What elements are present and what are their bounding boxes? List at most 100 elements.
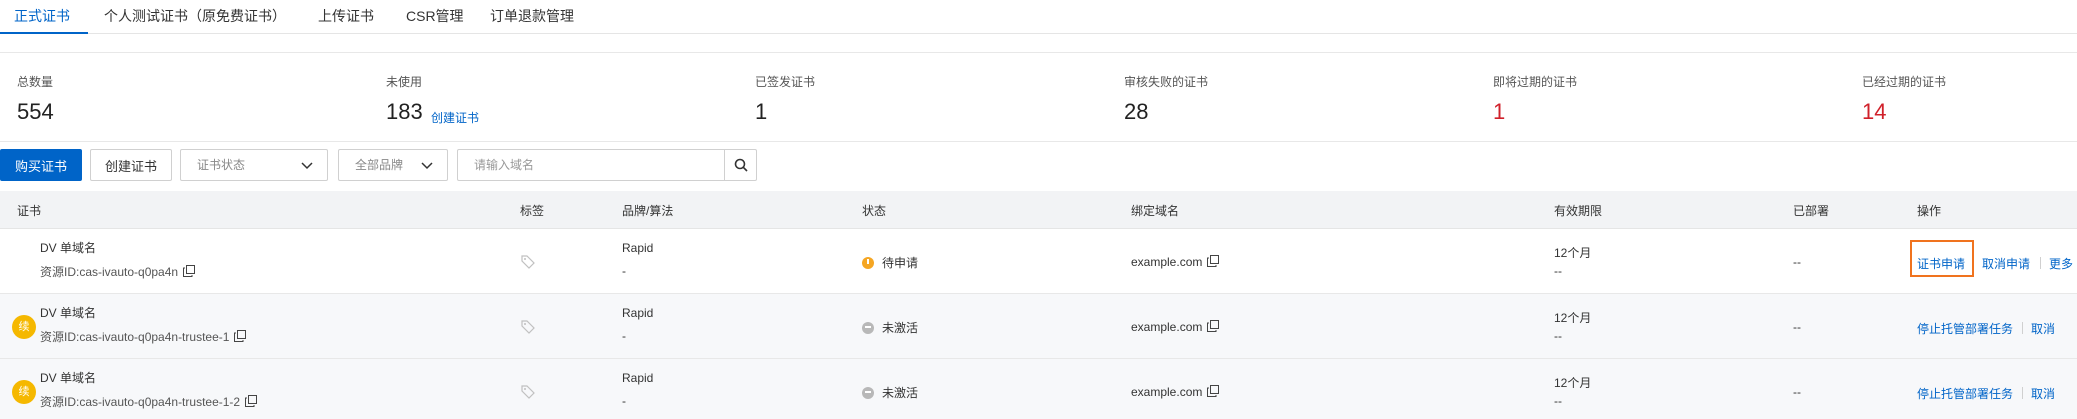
domain-text: example.com (1131, 255, 1203, 269)
validity: 12个月 (1554, 311, 1592, 325)
stat-total-value: 554 (17, 99, 54, 124)
cancel-link[interactable]: 取消 (2031, 385, 2055, 402)
chevron-down-icon (421, 162, 433, 170)
copy-icon[interactable] (1207, 255, 1220, 267)
op-divider (2022, 322, 2023, 334)
search-button[interactable] (724, 150, 756, 180)
tag-icon[interactable] (521, 255, 535, 269)
tab-csr-management[interactable]: CSR管理 (406, 6, 464, 32)
tab-order-refund[interactable]: 订单退款管理 (490, 6, 574, 32)
copy-icon[interactable] (183, 265, 196, 277)
warning-icon (862, 257, 874, 269)
algorithm: - (622, 264, 626, 278)
cert-table: 证书 标签 品牌/算法 状态 绑定域名 有效期限 已部署 操作 DV 单域名 资… (0, 191, 2077, 419)
validity-sub: -- (1554, 264, 1562, 278)
status: 待申请 (862, 254, 918, 271)
stop-managed-deploy-link[interactable]: 停止托管部署任务 (1917, 385, 2013, 402)
op-divider (2040, 257, 2041, 269)
status: 未激活 (862, 384, 918, 401)
status-text: 未激活 (882, 321, 919, 335)
cert-name: DV 单域名 (40, 241, 97, 255)
resource-id: 资源ID:cas-ivauto-q0pa4n-trustee-1 (40, 328, 247, 345)
cert-status-select-value: 证书状态 (197, 158, 246, 172)
stat-unused-value: 183 (386, 99, 423, 124)
resource-id: 资源ID:cas-ivauto-q0pa4n (40, 263, 196, 280)
cert-status-select[interactable]: 证书状态 (180, 149, 328, 181)
stat-expired-value: 14 (1862, 99, 1887, 124)
table-row: 续 DV 单域名 资源ID:cas-ivauto-q0pa4n-trustee-… (0, 294, 2077, 359)
cancel-link[interactable]: 取消 (2031, 320, 2055, 337)
domain-text: example.com (1131, 320, 1203, 334)
domain-search (457, 149, 757, 181)
toolbar: 购买证书 创建证书 证书状态 全部品牌 (0, 149, 2077, 183)
tab-personal-test-certs[interactable]: 个人测试证书（原免费证书） (104, 6, 286, 32)
stats-panel: 总数量 554 未使用 183 创建证书 已签发证书 1 审核失败的证书 28 … (0, 52, 2077, 142)
resource-id-text: 资源ID:cas-ivauto-q0pa4n-trustee-1-2 (40, 395, 241, 409)
table-row: DV 单域名 资源ID:cas-ivauto-q0pa4n Rapid - 待申… (0, 229, 2077, 294)
stat-expired-label: 已经过期的证书 (1862, 75, 1947, 89)
algorithm: - (622, 394, 626, 408)
copy-icon[interactable] (1207, 385, 1220, 397)
resource-id: 资源ID:cas-ivauto-q0pa4n-trustee-1-2 (40, 393, 258, 410)
bound-domain: example.com (1131, 255, 1220, 269)
stat-audit-failed-value: 28 (1124, 99, 1149, 124)
header-deployed: 已部署 (1793, 204, 1830, 218)
validity-sub: -- (1554, 329, 1562, 343)
bound-domain: example.com (1131, 385, 1220, 399)
header-validity: 有效期限 (1554, 204, 1603, 218)
stat-unused-label: 未使用 (386, 75, 423, 89)
renewal-badge: 续 (12, 315, 36, 339)
stop-managed-deploy-link[interactable]: 停止托管部署任务 (1917, 320, 2013, 337)
header-status: 状态 (862, 204, 887, 218)
copy-icon[interactable] (245, 395, 258, 407)
op-divider (2022, 387, 2023, 399)
table-header: 证书 标签 品牌/算法 状态 绑定域名 有效期限 已部署 操作 (0, 191, 2077, 229)
create-cert-link[interactable]: 创建证书 (431, 109, 479, 126)
cancel-apply-link[interactable]: 取消申请 (1982, 255, 2030, 272)
buy-cert-button[interactable]: 购买证书 (0, 149, 82, 181)
stat-expiring-value: 1 (1493, 99, 1506, 124)
resource-id-text: 资源ID:cas-ivauto-q0pa4n (40, 265, 179, 279)
tag-icon[interactable] (521, 385, 535, 399)
copy-icon[interactable] (1207, 320, 1220, 332)
brand-select[interactable]: 全部品牌 (338, 149, 448, 181)
tag-icon[interactable] (521, 320, 535, 334)
apply-cert-link[interactable]: 证书申请 (1917, 255, 1965, 272)
bound-domain: example.com (1131, 320, 1220, 334)
renewal-badge: 续 (12, 380, 36, 404)
copy-icon[interactable] (234, 330, 247, 342)
resource-id-text: 资源ID:cas-ivauto-q0pa4n-trustee-1 (40, 330, 230, 344)
brand: Rapid (622, 241, 654, 255)
domain-text: example.com (1131, 385, 1203, 399)
stat-issued-value: 1 (755, 99, 768, 124)
stat-total-label: 总数量 (17, 75, 54, 89)
inactive-icon (862, 387, 874, 399)
cert-name: DV 单域名 (40, 306, 97, 320)
tab-formal-certs[interactable]: 正式证书 (14, 6, 70, 32)
stat-audit-failed-label: 审核失败的证书 (1124, 75, 1209, 89)
status-text: 未激活 (882, 386, 919, 400)
header-cert: 证书 (17, 204, 42, 218)
cert-name: DV 单域名 (40, 371, 97, 385)
deployed: -- (1793, 255, 1801, 269)
deployed: -- (1793, 320, 1801, 334)
validity: 12个月 (1554, 246, 1592, 260)
brand-select-value: 全部品牌 (355, 158, 404, 172)
stat-issued-label: 已签发证书 (755, 75, 816, 89)
create-cert-button[interactable]: 创建证书 (90, 149, 172, 181)
algorithm: - (622, 329, 626, 343)
search-icon (734, 158, 748, 172)
status-text: 待申请 (882, 256, 919, 270)
table-row: 续 DV 单域名 资源ID:cas-ivauto-q0pa4n-trustee-… (0, 359, 2077, 419)
header-domain: 绑定域名 (1131, 204, 1180, 218)
status: 未激活 (862, 319, 918, 336)
active-tab-indicator (0, 32, 88, 34)
validity-sub: -- (1554, 394, 1562, 408)
deployed: -- (1793, 385, 1801, 399)
tab-upload-cert[interactable]: 上传证书 (318, 6, 374, 32)
tab-bar: 正式证书 个人测试证书（原免费证书） 上传证书 CSR管理 订单退款管理 (0, 0, 2077, 34)
domain-search-input[interactable] (458, 150, 724, 180)
brand: Rapid (622, 306, 654, 320)
more-link[interactable]: 更多 (2049, 255, 2073, 272)
header-tag: 标签 (520, 204, 545, 218)
